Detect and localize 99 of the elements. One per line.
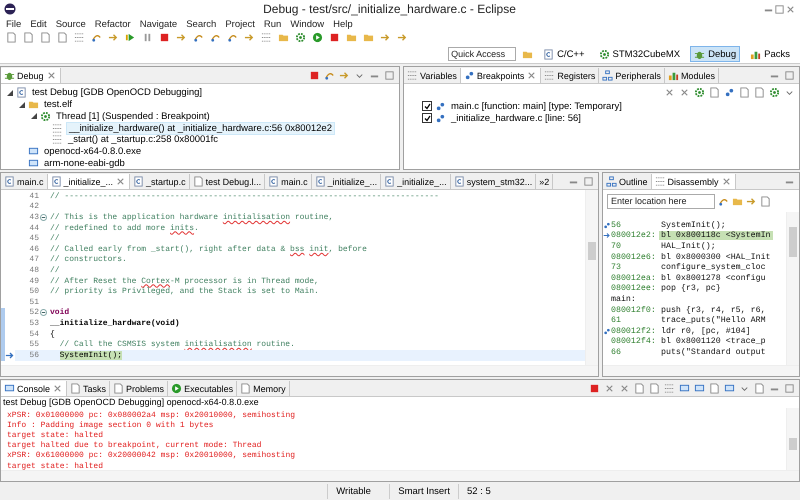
line-number: 49 bbox=[28, 276, 40, 286]
perspective-button[interactable]: C/C++ bbox=[539, 46, 589, 62]
line-number: 42 bbox=[28, 202, 40, 212]
address: 70 bbox=[611, 242, 622, 251]
tab[interactable]: _initialize_... bbox=[312, 174, 382, 189]
perspective-button[interactable]: STM32CubeMX bbox=[594, 46, 684, 62]
line-number: 45 bbox=[28, 234, 40, 244]
tab[interactable]: _initialize_... bbox=[48, 174, 130, 189]
address: 080012ee: bbox=[611, 284, 657, 294]
code-line: // redefined to add more inits. bbox=[50, 224, 199, 233]
instruction: trace_puts("Hello ARM bbox=[660, 316, 767, 326]
line-number: 47 bbox=[28, 255, 40, 264]
instruction: configure_system_cloc bbox=[660, 263, 767, 272]
console-line: xPSR: 0x01000000 pc: 0x080002a4 msp: 0x20010000, semihosting bbox=[6, 410, 296, 420]
breakpoint-item[interactable]: _initialize_hardware.c [line: 56] bbox=[449, 112, 583, 124]
tab[interactable]: system_stm32... bbox=[450, 174, 536, 189]
code-line: __initialize_hardware(void) bbox=[50, 318, 180, 328]
line-number: 52 bbox=[28, 308, 40, 318]
menu-item[interactable]: Run bbox=[264, 18, 282, 30]
disassembly-label: main: bbox=[611, 294, 636, 304]
console-line: xPSR: 0x61000000 pc: 0x20000042 msp: 0x20010000, semihosting bbox=[6, 450, 296, 461]
perspective-button[interactable]: Debug bbox=[690, 46, 740, 62]
tab[interactable]: Disassembly bbox=[652, 174, 736, 189]
location-field[interactable]: Enter location here bbox=[607, 194, 715, 208]
line-number: 41 bbox=[28, 192, 40, 201]
instruction: push {r3, r4, r5, r6, bbox=[660, 306, 767, 315]
line-number: 50 bbox=[28, 287, 40, 296]
quick-access-field[interactable]: Quick Access bbox=[448, 47, 516, 61]
tree-item[interactable]: __initialize_hardware() at _initialize_hardware.c:56 0x80012e2 bbox=[66, 122, 335, 135]
menu-item[interactable]: Search bbox=[186, 18, 216, 30]
line-number: 46 bbox=[28, 244, 40, 254]
code-line: void bbox=[50, 308, 70, 318]
address: 080012f4: bbox=[611, 337, 657, 346]
instruction: puts("Standard output bbox=[660, 348, 767, 357]
line-number: 44 bbox=[28, 224, 40, 233]
menu-item[interactable]: Source bbox=[56, 18, 86, 30]
address: 080012e6: bbox=[611, 252, 657, 262]
address: 080012e2: bbox=[611, 231, 657, 240]
address: 73 bbox=[611, 263, 622, 272]
console-line: target state: halted bbox=[6, 430, 104, 441]
menu-item[interactable]: File bbox=[6, 18, 22, 30]
line-number: 54 bbox=[28, 330, 40, 339]
console-line: Info : Padding image section 0 with 1 bytes bbox=[6, 420, 214, 430]
code-line: // ------------------------------------------------------------------------------ bbox=[50, 192, 439, 201]
code-line: // priority is Privileged, and the Stack is set to Main. bbox=[50, 287, 319, 296]
code-line: // Called early from _start(), right after data & bss init, before bbox=[50, 244, 367, 254]
status-text: 52 : 5 bbox=[458, 484, 520, 498]
instruction: bl 0x8001278 <configu bbox=[660, 274, 767, 283]
instruction: ldr r0, [pc, #104] bbox=[660, 326, 752, 336]
line-number: 43 bbox=[28, 212, 40, 222]
tree-item[interactable]: Thread [1] (Suspended : Breakpoint) bbox=[54, 110, 212, 122]
tree-item[interactable]: openocd-x64-0.8.0.exe bbox=[42, 146, 144, 158]
perspective-button[interactable]: Packs bbox=[746, 46, 794, 62]
address: 080012f2: bbox=[611, 326, 657, 336]
tab[interactable]: Breakpoints bbox=[460, 68, 542, 83]
tab[interactable]: Peripherals bbox=[599, 68, 665, 83]
instruction: SystemInit(); bbox=[660, 220, 727, 230]
code-line: // bbox=[50, 266, 60, 275]
code-line: // bbox=[50, 234, 60, 244]
tab[interactable]: Outline bbox=[603, 174, 652, 189]
code-line: // After Reset the Cortex-M processor is in Thread mode, bbox=[50, 276, 319, 286]
address: 61 bbox=[611, 316, 622, 326]
line-number: 55 bbox=[28, 340, 40, 350]
code-line: { bbox=[50, 330, 55, 339]
status-text: Smart Insert bbox=[389, 484, 458, 498]
menu-item[interactable]: Edit bbox=[30, 18, 47, 30]
menu-item[interactable]: Window bbox=[290, 18, 324, 30]
tree-item[interactable]: test.elf bbox=[42, 99, 74, 110]
address: 080012ea: bbox=[611, 274, 657, 283]
address: 56 bbox=[611, 220, 622, 230]
line-number: 56 bbox=[28, 350, 40, 360]
instruction: HAL_Init(); bbox=[660, 242, 717, 251]
line-number: 51 bbox=[28, 298, 40, 307]
address: 080012f0: bbox=[611, 306, 657, 315]
address: 66 bbox=[611, 348, 622, 357]
code-line: // Call the CSMSIS system initialisation routine. bbox=[58, 340, 295, 350]
tree-item[interactable]: test Debug [GDB OpenOCD Debugging] bbox=[30, 87, 204, 98]
instruction: bl 0x8000300 <HAL_Init bbox=[660, 252, 772, 262]
breakpoint-item[interactable]: main.c [function: main] [type: Temporary] bbox=[449, 100, 624, 112]
tree-item[interactable]: _start() at _startup.c:258 0x80001fc bbox=[66, 134, 220, 146]
line-number: 53 bbox=[28, 318, 40, 328]
window-title: Debug - test/src/_initialize_hardware.c - Eclipse bbox=[262, 2, 517, 16]
menu-item[interactable]: Help bbox=[333, 18, 353, 30]
code-line: // This is the application hardware initialisation routine, bbox=[50, 212, 334, 222]
console-line: target state: halted bbox=[6, 460, 104, 472]
tree-item[interactable]: arm-none-eabi-gdb bbox=[42, 158, 127, 169]
console-line: target halted due to breakpoint, current mode: Thread bbox=[6, 440, 262, 451]
menu-item[interactable]: Navigate bbox=[140, 18, 178, 30]
menu-item[interactable]: Project bbox=[225, 18, 255, 30]
tab[interactable]: test Debug.l... bbox=[190, 174, 266, 189]
status-text: Writable bbox=[327, 484, 390, 498]
tab[interactable]: Console bbox=[1, 381, 68, 396]
code-line: // constructors. bbox=[50, 255, 127, 264]
line-number: 48 bbox=[28, 266, 40, 275]
instruction: bl 0x800118c <SystemIn bbox=[659, 231, 773, 240]
tab[interactable]: Debug bbox=[1, 68, 61, 83]
instruction: bl 0x8001120 <trace_p bbox=[660, 337, 767, 346]
menu-item[interactable]: Refactor bbox=[94, 18, 131, 30]
instruction: pop {r3, pc} bbox=[660, 284, 722, 294]
